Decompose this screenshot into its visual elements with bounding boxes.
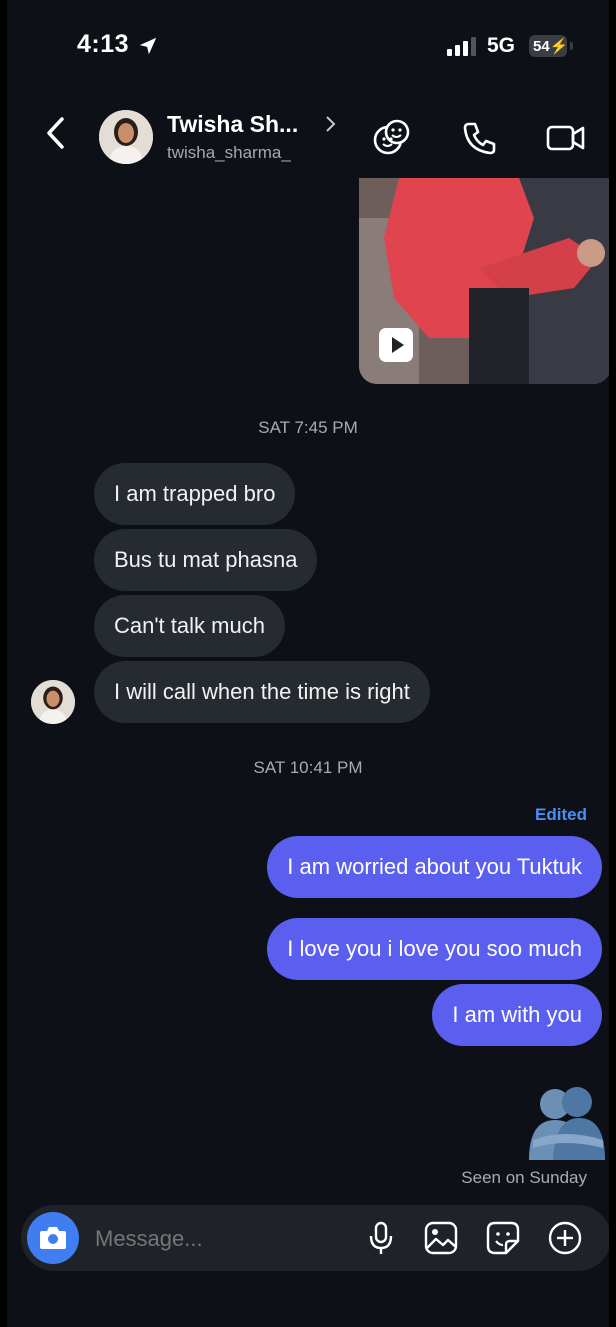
incoming-message[interactable]: I am trapped bro <box>94 463 296 525</box>
contact-name[interactable]: Twisha Sh... <box>167 111 298 138</box>
contact-username: twisha_sharma_ <box>167 143 291 162</box>
mic-icon[interactable] <box>363 1220 399 1256</box>
message-timestamp: SAT 10:41 PM <box>253 758 363 777</box>
hug-sticker-icon[interactable] <box>525 1082 607 1160</box>
outgoing-message[interactable]: I am with you <box>432 984 602 1046</box>
plus-icon[interactable] <box>547 1220 583 1256</box>
outgoing-message[interactable]: I love you i love you soo much <box>267 918 602 980</box>
seen-status: Seen on Sunday <box>461 1168 587 1187</box>
incoming-message[interactable]: Can't talk much <box>94 595 285 657</box>
back-icon[interactable] <box>41 115 71 151</box>
video-icon[interactable] <box>545 117 587 159</box>
sticker-icon[interactable] <box>485 1220 521 1256</box>
camera-icon <box>40 1227 66 1249</box>
avatar[interactable] <box>99 110 153 164</box>
chevron-right-icon[interactable] <box>324 115 336 133</box>
battery-level: 54 <box>533 38 550 55</box>
gallery-icon[interactable] <box>423 1220 459 1256</box>
chat-header: Twisha Sh... twisha_sharma_ <box>7 95 609 180</box>
edited-label[interactable]: Edited <box>535 805 587 825</box>
chat-screen: 4:13 5G 54⚡ Twisha Sh... twisha_sharma_ <box>7 0 609 1327</box>
play-icon[interactable] <box>379 328 413 362</box>
themes-icon[interactable] <box>371 117 413 159</box>
battery-icon: 54⚡ <box>529 35 573 57</box>
shared-video-thumbnail[interactable] <box>359 178 609 384</box>
message-timestamp: SAT 7:45 PM <box>258 418 358 437</box>
clock: 4:13 <box>77 30 130 58</box>
message-composer <box>21 1205 609 1273</box>
status-bar: 4:13 5G 54⚡ <box>7 0 609 90</box>
signal-icon <box>447 37 476 56</box>
outgoing-message[interactable]: I am worried about you Tuktuk <box>267 836 602 898</box>
profile-photo-icon <box>99 110 153 164</box>
incoming-message[interactable]: I will call when the time is right <box>94 661 430 723</box>
incoming-message[interactable]: Bus tu mat phasna <box>94 529 318 591</box>
phone-icon[interactable] <box>459 117 501 159</box>
message-input[interactable] <box>93 1205 347 1273</box>
profile-photo-icon <box>31 680 75 724</box>
location-arrow-icon <box>139 37 157 55</box>
network-type: 5G <box>487 34 516 57</box>
camera-button[interactable] <box>27 1212 79 1264</box>
sender-avatar[interactable] <box>31 680 75 724</box>
